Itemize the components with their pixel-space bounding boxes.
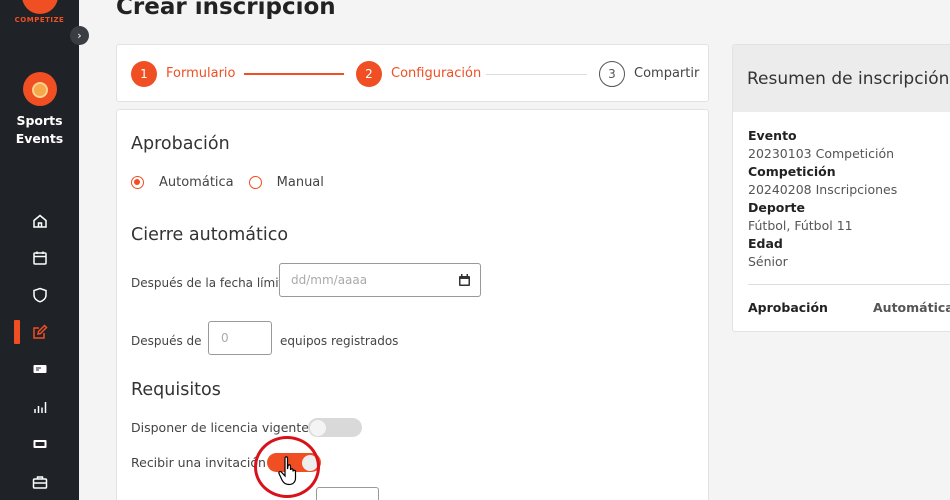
step-1-label[interactable]: Formulario — [166, 66, 235, 81]
chevron-right-icon: › — [77, 29, 82, 42]
ticket-icon — [33, 365, 46, 373]
step-2-number[interactable]: 2 — [356, 61, 382, 87]
partial-input-field[interactable] — [316, 487, 379, 500]
auto-close-title: Cierre automático — [131, 225, 289, 245]
invitation-toggle[interactable] — [267, 453, 321, 472]
nav-item-home[interactable] — [0, 206, 79, 236]
approval-automatic-label[interactable]: Automática — [159, 175, 234, 190]
summary-divider — [748, 284, 950, 285]
after-teams-prefix: Después de — [131, 334, 202, 348]
bar-chart-icon — [33, 402, 46, 413]
organization-name-line1: Sports — [16, 113, 63, 128]
summary-event-value: 20230103 Competición — [748, 146, 895, 161]
organization-medal-icon — [23, 72, 57, 106]
summary-event-label: Evento — [748, 128, 797, 143]
summary-age-label: Edad — [748, 236, 783, 251]
summary-title: Resumen de inscripción — [747, 69, 950, 89]
summary-competition-value: 20240208 Inscripciones — [748, 182, 898, 197]
brand-name: COMPETIZE — [14, 16, 65, 24]
after-teams-suffix: equipos registrados — [280, 334, 399, 348]
nav-item-registrations[interactable] — [0, 317, 79, 347]
brand-logo — [22, 0, 58, 14]
summary-sport-label: Deporte — [748, 200, 806, 215]
edit-icon — [32, 324, 48, 339]
close-date-placeholder: dd/mm/aaaa — [291, 273, 368, 287]
step-connector-1 — [244, 73, 344, 75]
license-toggle-knob — [310, 419, 326, 436]
close-date-input[interactable]: dd/mm/aaaa — [279, 263, 481, 297]
approval-manual-radio[interactable] — [248, 176, 262, 189]
requirements-title: Requisitos — [131, 380, 221, 400]
nav-item-cards[interactable] — [0, 429, 79, 459]
invitation-label: Recibir una invitación — [131, 455, 266, 470]
approval-options: Automática Manual — [131, 175, 339, 190]
step-1-number[interactable]: 1 — [131, 61, 157, 87]
calendar-icon[interactable] — [459, 274, 470, 286]
registration-summary: Resumen de inscripción Evento 20230103 C… — [732, 44, 950, 332]
nav-item-teams[interactable] — [0, 280, 79, 310]
organization-name: Sports Events — [0, 112, 79, 148]
step-3-number[interactable]: 3 — [599, 61, 625, 87]
nav-item-stats[interactable] — [0, 392, 79, 422]
step-connector-2 — [486, 74, 587, 75]
license-toggle[interactable] — [308, 418, 362, 437]
configuration-form: Aprobación Automática Manual Cierre auto… — [116, 109, 709, 500]
sidebar: COMPETIZE Sports Events — [0, 0, 79, 500]
summary-sport-value: Fútbol, Fútbol 11 — [748, 218, 853, 233]
summary-header: Resumen de inscripción — [733, 45, 950, 112]
approval-title: Aprobación — [131, 134, 230, 154]
nav-item-tickets[interactable] — [0, 354, 79, 384]
briefcase-icon — [32, 476, 47, 489]
approval-manual-label[interactable]: Manual — [277, 175, 324, 190]
summary-approval-label: Aprobación — [748, 300, 828, 315]
shield-icon — [32, 287, 47, 303]
license-label: Disponer de licencia vigente — [131, 420, 309, 435]
invitation-toggle-knob — [302, 454, 318, 471]
step-2-label[interactable]: Configuración — [391, 66, 481, 81]
nav-item-calendar[interactable] — [0, 243, 79, 273]
calendar-icon — [32, 251, 47, 265]
card-icon — [33, 440, 46, 448]
sidebar-collapse-button[interactable]: › — [70, 26, 89, 45]
team-count-placeholder: 0 — [221, 331, 229, 345]
step-3-label[interactable]: Compartir — [634, 66, 699, 81]
nav-item-portfolio[interactable] — [0, 467, 79, 497]
organization-name-line2: Events — [15, 131, 64, 146]
summary-approval-value: Automática — [873, 300, 950, 315]
stepper: 1 Formulario 2 Configuración 3 Compartir — [116, 44, 709, 102]
after-date-label: Después de la fecha límite — [131, 276, 291, 290]
summary-age-value: Sénior — [748, 254, 788, 269]
page-title: Crear inscripción — [116, 0, 336, 20]
approval-automatic-radio[interactable] — [131, 176, 144, 189]
team-count-input[interactable]: 0 — [208, 321, 272, 355]
summary-competition-label: Competición — [748, 164, 836, 179]
home-icon — [32, 214, 47, 228]
